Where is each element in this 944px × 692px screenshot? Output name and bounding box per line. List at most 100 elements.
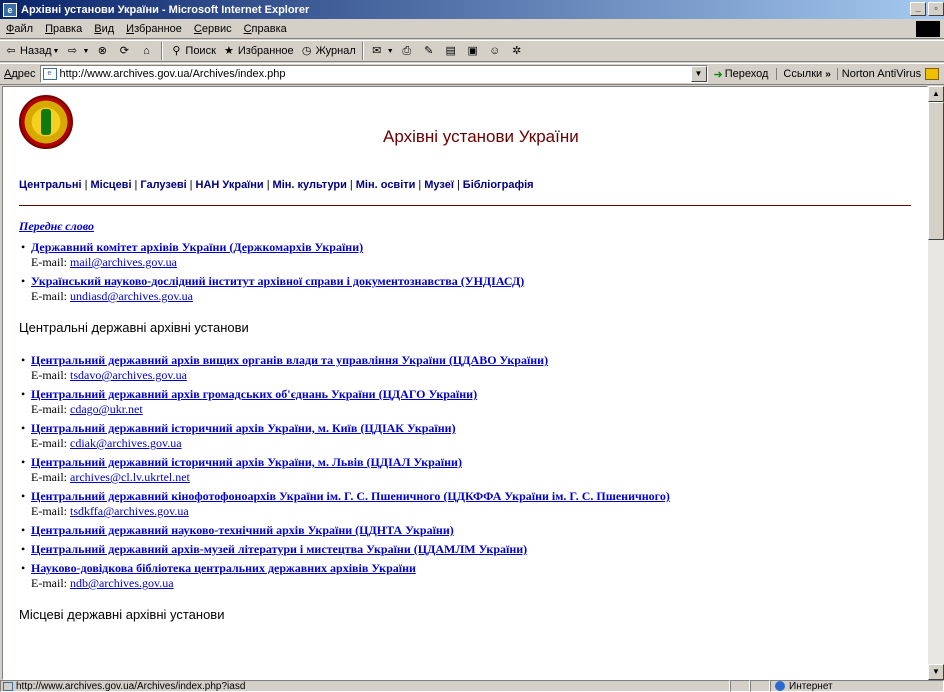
menu-file[interactable]: Файл <box>6 23 33 35</box>
email-link[interactable]: tsdavo@archives.gov.ua <box>70 368 187 382</box>
bullet-icon: • <box>21 421 26 435</box>
email-line: E-mail: archives@cl.lv.ukrtel.net <box>31 470 190 484</box>
archive-link[interactable]: Центральний державний архів-музей літера… <box>31 542 527 556</box>
email-line: E-mail: undiasd@archives.gov.ua <box>31 289 193 303</box>
nav-link-central[interactable]: Центральні <box>19 179 82 191</box>
bullet-icon: • <box>21 240 26 254</box>
email-line: E-mail: cdiak@archives.gov.ua <box>31 436 182 450</box>
scroll-down-button[interactable]: ▼ <box>928 664 944 680</box>
menu-favorites[interactable]: Избранное <box>126 23 182 35</box>
archive-link[interactable]: Центральний державний історичний архів У… <box>31 455 462 469</box>
scroll-up-button[interactable]: ▲ <box>928 86 944 102</box>
security-zone: Интернет <box>770 680 944 692</box>
maximize-button[interactable]: ▫ <box>928 2 944 16</box>
page-icon: e <box>42 68 57 80</box>
page-title: Архівні установи України <box>383 127 579 146</box>
address-input[interactable]: e http://www.archives.gov.ua/Archives/in… <box>39 65 708 83</box>
go-arrow-icon: ➜ <box>713 68 723 81</box>
nav-link-sectoral[interactable]: Галузеві <box>140 179 186 191</box>
menu-tools[interactable]: Сервис <box>194 23 232 35</box>
favorites-button[interactable]: ★ Избранное <box>222 44 294 58</box>
menu-help[interactable]: Справка <box>244 23 287 35</box>
refresh-button[interactable]: ⟳ <box>117 44 133 58</box>
mail-button[interactable]: ✉ ▼ <box>370 44 394 58</box>
research-button[interactable]: ▣ <box>466 44 482 58</box>
favorites-icon: ★ <box>223 45 234 57</box>
mail-icon: ✉ <box>372 45 382 57</box>
window-title: Архівні установи України - Microsoft Int… <box>21 3 310 16</box>
page-icon <box>3 681 13 691</box>
toolbar-separator <box>161 42 164 60</box>
go-button[interactable]: ➜ Переход <box>714 68 769 81</box>
foreword-link[interactable]: Переднє слово <box>19 219 919 234</box>
norton-toolbar-button[interactable]: Norton AntiVirus <box>836 68 940 80</box>
bullet-icon: • <box>21 274 26 288</box>
email-link[interactable]: ndb@archives.gov.ua <box>70 576 174 590</box>
minimize-button[interactable]: _ <box>910 2 926 16</box>
archive-link[interactable]: Центральний державний історичний архів У… <box>31 421 456 435</box>
norton-icon <box>925 68 940 80</box>
archive-link[interactable]: Державний комітет архівів України (Держк… <box>31 240 363 254</box>
home-button[interactable]: ⌂ <box>139 44 155 58</box>
address-bar: Адрес e http://www.archives.gov.ua/Archi… <box>0 63 944 85</box>
email-link[interactable]: mail@archives.gov.ua <box>70 255 177 269</box>
email-link[interactable]: cdago@ukr.net <box>70 402 143 416</box>
status-bar: http://www.archives.gov.ua/Archives/inde… <box>0 680 944 692</box>
archive-link[interactable]: Науково-довідкова бібліотека центральних… <box>31 561 416 575</box>
bullet-icon: • <box>21 561 26 575</box>
back-button[interactable]: ⇦ Назад ▼ <box>4 44 59 58</box>
list-item: • Центральний державний історичний архів… <box>19 455 919 485</box>
menu-view[interactable]: Вид <box>94 23 114 35</box>
forward-button[interactable]: ⇨ ▼ <box>65 44 90 58</box>
archive-link[interactable]: Центральний державний науково-технічний … <box>31 523 454 537</box>
email-link[interactable]: cdiak@archives.gov.ua <box>70 436 182 450</box>
menu-bar: Файл Правка Вид Избранное Сервис Справка <box>0 19 944 39</box>
archive-link[interactable]: Центральний державний кінофотофоноархів … <box>31 489 670 503</box>
nav-link-min-education[interactable]: Мін. освіти <box>356 179 416 191</box>
address-label: Адрес <box>4 68 36 80</box>
email-line: E-mail: mail@archives.gov.ua <box>31 255 177 269</box>
bullet-icon: • <box>21 523 26 537</box>
nav-link-bibliography[interactable]: Бібліографія <box>463 179 534 191</box>
edit-button[interactable]: ✎ <box>422 44 438 58</box>
email-link[interactable]: tsdkffa@archives.gov.ua <box>70 504 189 518</box>
back-arrow-icon: ⇦ <box>6 45 16 57</box>
messenger-icon: ☺ <box>489 45 501 57</box>
email-line: E-mail: ndb@archives.gov.ua <box>31 576 174 590</box>
menu-edit[interactable]: Правка <box>45 23 82 35</box>
archive-link[interactable]: Український науково-дослідний інститут а… <box>31 274 524 288</box>
divider <box>19 205 911 206</box>
nav-link-museums[interactable]: Музеї <box>424 179 454 191</box>
archive-link[interactable]: Центральний державний архів громадських … <box>31 387 477 401</box>
email-line: E-mail: tsdkffa@archives.gov.ua <box>31 504 189 518</box>
print-button[interactable]: ⎙ <box>400 44 416 58</box>
scroll-thumb[interactable] <box>928 102 944 240</box>
edit-icon: ✎ <box>424 45 434 57</box>
globe-icon <box>775 681 785 691</box>
history-button[interactable]: ◷ Журнал <box>300 44 356 58</box>
windows-logo-icon <box>916 21 940 37</box>
email-link[interactable]: undiasd@archives.gov.ua <box>70 289 193 303</box>
vertical-scrollbar[interactable]: ▲ ▼ <box>928 86 944 680</box>
email-link[interactable]: archives@cl.lv.ukrtel.net <box>70 470 190 484</box>
nav-link-nas[interactable]: НАН України <box>196 179 264 191</box>
list-item: • Центральний державний науково-технічни… <box>19 523 919 538</box>
extra-button[interactable]: ✲ <box>510 44 526 58</box>
list-item: • Державний комітет архівів України (Дер… <box>19 240 919 270</box>
standard-toolbar: ⇦ Назад ▼ ⇨ ▼ ⊗ ⟳ ⌂ ⚲ Поиск ★ Избранное ◷ Журн… <box>0 40 944 62</box>
archives-emblem-logo <box>19 95 73 149</box>
messenger-button[interactable]: ☺ <box>488 44 504 58</box>
nav-link-local[interactable]: Місцеві <box>90 179 131 191</box>
search-button[interactable]: ⚲ Поиск <box>169 44 216 58</box>
archive-link[interactable]: Центральний державний архів вищих органі… <box>31 353 548 367</box>
research-icon: ▣ <box>467 45 478 57</box>
ie-icon: e <box>3 2 17 17</box>
nav-link-min-culture[interactable]: Мін. культури <box>273 179 347 191</box>
links-button[interactable]: Ссылки » <box>776 68 831 80</box>
discuss-button[interactable]: ▤ <box>444 44 460 58</box>
page-viewport[interactable]: Архівні установи України Центральні | Місц… <box>2 86 928 680</box>
stop-button[interactable]: ⊗ <box>95 44 111 58</box>
print-icon: ⎙ <box>402 45 412 57</box>
bullet-icon: • <box>21 542 26 556</box>
address-dropdown-button[interactable]: ▼ <box>690 66 707 82</box>
